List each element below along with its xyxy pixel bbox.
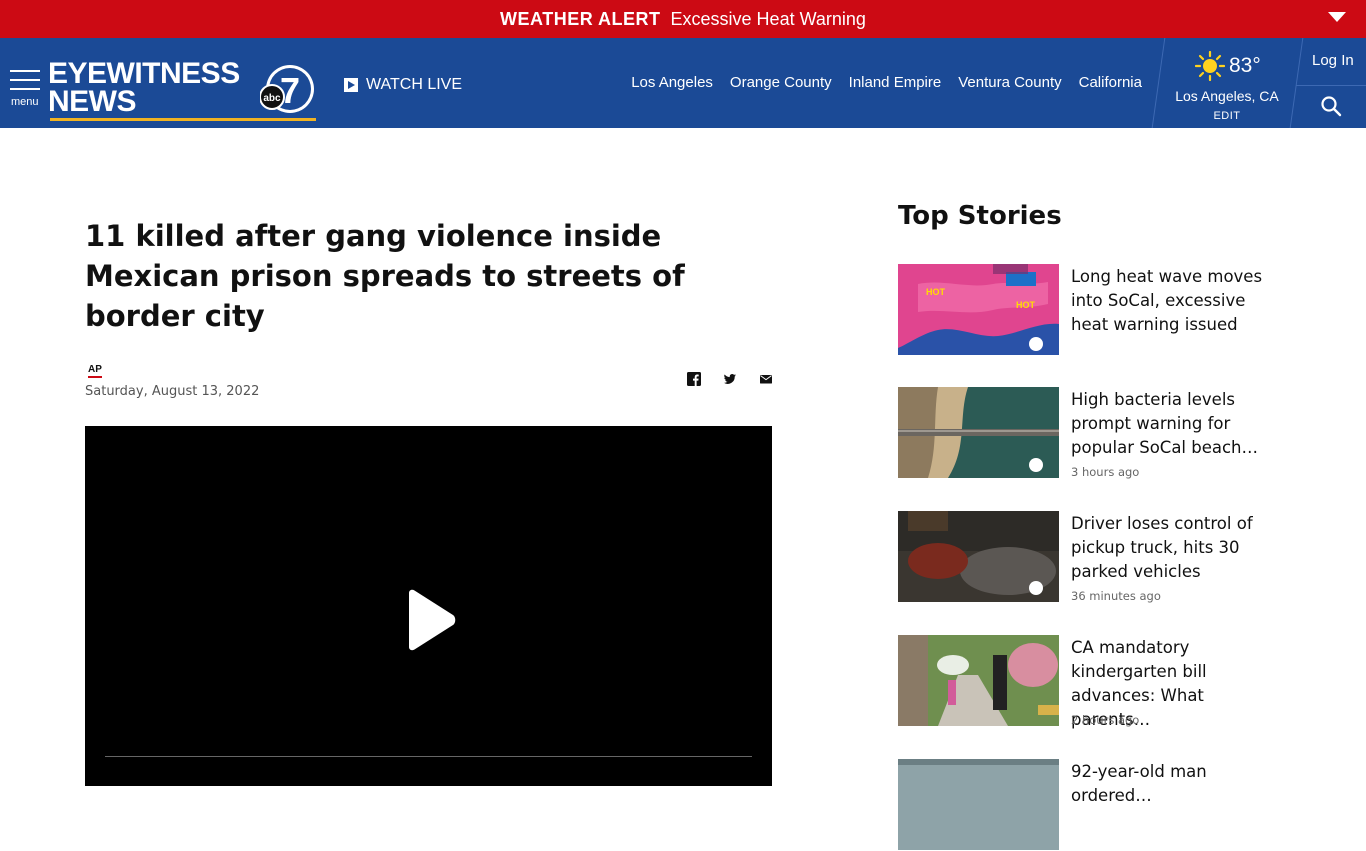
article-headline: 11 killed after gang violence inside Mex… — [85, 219, 685, 333]
top-stories-title: Top Stories — [898, 201, 1062, 231]
weather-location: Los Angeles, CA — [1175, 88, 1279, 104]
story-item[interactable]: 92-year-old man ordered… — [898, 759, 1298, 851]
hamburger-bar — [10, 79, 40, 81]
story-title[interactable]: Driver loses control of pickup truck, hi… — [1071, 512, 1283, 584]
story-thumbnail — [898, 511, 1059, 602]
story-title[interactable]: High bacteria levels prompt warning for … — [1071, 388, 1283, 460]
story-time: 2 hours ago — [1071, 713, 1140, 727]
story-title[interactable]: 92-year-old man ordered… — [1071, 760, 1283, 808]
watch-live-label: WATCH LIVE — [366, 76, 463, 93]
ap-logo-bar — [88, 376, 102, 378]
article-date: Saturday, August 13, 2022 — [85, 384, 260, 399]
nav-item-california[interactable]: California — [1079, 74, 1142, 91]
twitter-icon[interactable] — [723, 372, 737, 386]
ap-logo[interactable]: AP — [88, 364, 102, 375]
story-time: 36 minutes ago — [1071, 589, 1161, 603]
weather-temp: 83° — [1229, 54, 1261, 77]
story-item[interactable]: High bacteria levels prompt warning for … — [898, 387, 1298, 479]
story-time: 3 hours ago — [1071, 465, 1140, 479]
hamburger-icon — [10, 70, 40, 72]
weather-alert-bar[interactable]: WEATHER ALERT Excessive Heat Warning — [0, 0, 1366, 38]
email-icon[interactable] — [759, 372, 773, 386]
story-item[interactable]: Driver loses control of pickup truck, hi… — [898, 511, 1298, 603]
chevron-down-icon[interactable] — [1328, 12, 1346, 22]
facebook-icon[interactable] — [687, 372, 701, 386]
story-item[interactable]: HOT HOT Long heat wave moves into SoCal,… — [898, 264, 1298, 356]
site-header: menu EYEWITNESS NEWS 7 abc WATCH LIVE Lo… — [0, 38, 1366, 128]
story-thumbnail — [898, 387, 1059, 478]
story-thumbnail: HOT HOT — [898, 264, 1059, 355]
logo-abc-text: abc — [263, 93, 281, 104]
account-divider — [1296, 85, 1366, 86]
video-progress-bar[interactable] — [105, 756, 752, 757]
login-link[interactable]: Log In — [1312, 52, 1354, 69]
logo-underline — [50, 118, 316, 121]
menu-button[interactable]: menu — [10, 70, 42, 110]
alert-title: WEATHER ALERT — [500, 8, 661, 29]
story-thumbnail — [898, 759, 1059, 850]
nav-item-inland-empire[interactable]: Inland Empire — [849, 74, 942, 91]
story-thumbnail — [898, 635, 1059, 726]
alert-text[interactable]: Excessive Heat Warning — [671, 9, 866, 30]
menu-label: menu — [11, 96, 39, 108]
hamburger-bar — [10, 88, 40, 90]
weather-edit-link[interactable]: EDIT — [1159, 110, 1295, 122]
nav-item-ventura-county[interactable]: Ventura County — [958, 74, 1061, 91]
thumb-label: HOT — [926, 287, 946, 297]
play-icon — [344, 78, 358, 92]
site-logo[interactable]: EYEWITNESS NEWS 7 abc — [48, 59, 318, 122]
account-area: Log In — [1288, 38, 1366, 128]
share-bar — [687, 372, 773, 386]
search-icon[interactable] — [1319, 94, 1343, 118]
weather-content[interactable]: 83° Los Angeles, CA EDIT — [1159, 38, 1289, 128]
watch-live-button[interactable]: WATCH LIVE — [344, 76, 462, 94]
region-nav: Los Angeles Orange County Inland Empire … — [631, 74, 1142, 91]
nav-item-los-angeles[interactable]: Los Angeles — [631, 74, 713, 91]
nav-item-orange-county[interactable]: Orange County — [730, 74, 832, 91]
sun-icon — [1195, 51, 1225, 81]
abc7-logo-icon: 7 abc — [260, 65, 314, 113]
play-icon[interactable] — [403, 589, 457, 651]
thumb-label: HOT — [1016, 300, 1036, 310]
story-title[interactable]: Long heat wave moves into SoCal, excessi… — [1071, 265, 1283, 337]
weather-widget[interactable]: 83° Los Angeles, CA EDIT — [1151, 38, 1295, 128]
video-player[interactable] — [85, 426, 772, 786]
story-item[interactable]: CA mandatory kindergarten bill advances:… — [898, 635, 1298, 729]
